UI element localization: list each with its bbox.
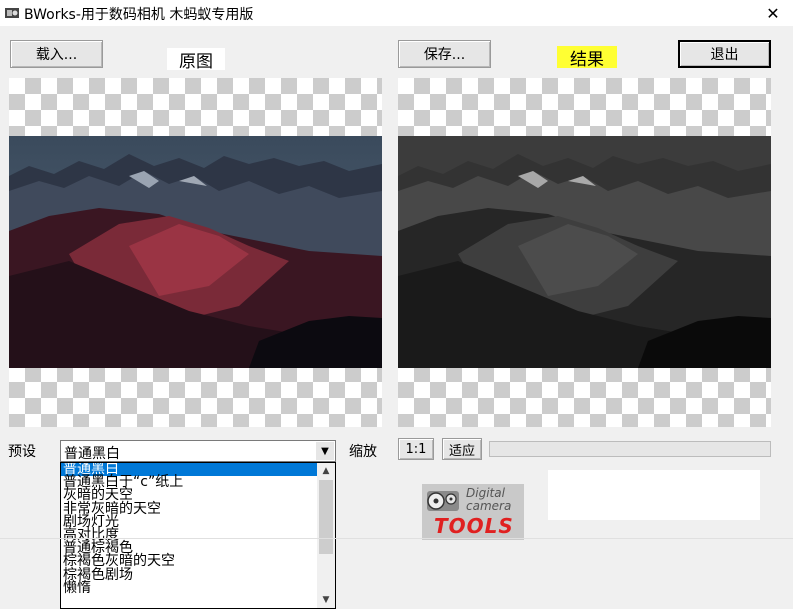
logo-text-camera: camera [466,499,512,513]
scrollbar-thumb[interactable] [319,480,333,554]
app-icon [5,8,19,18]
zoom-fit-button[interactable]: 适应 [442,438,482,460]
logo-text-tools: TOOLS [434,514,514,538]
result-image-pane[interactable] [398,78,771,427]
title-bar: BWorks-用于数码相机 木蚂蚁专用版 ✕ [0,0,793,26]
result-label: 结果 [557,46,617,70]
original-photo [9,136,382,368]
zoom-1to1-button[interactable]: 1:1 [398,438,434,460]
scroll-down-icon[interactable]: ▼ [317,592,335,608]
preset-dropdown-list[interactable]: 普通黑白 普通黑白于“c”纸上 灰暗的天空 非常灰暗的天空 剧场灯光 高对比度 … [60,462,336,609]
original-label: 原图 [167,48,225,72]
window-title: BWorks-用于数码相机 木蚂蚁专用版 [24,7,254,23]
scroll-up-icon[interactable]: ▲ [317,463,335,479]
chevron-down-icon[interactable]: ▼ [316,442,334,460]
close-icon: ✕ [766,3,780,23]
preset-label: 预设 [8,444,36,460]
info-panel [548,470,760,520]
original-image-pane[interactable] [9,78,382,427]
logo-text-digital: Digital [466,486,505,500]
close-button[interactable]: ✕ [753,0,793,26]
zoom-label: 缩放 [349,444,377,460]
preset-option[interactable]: 棕褐色剧场 [61,567,317,582]
film-reel-icon [427,491,459,511]
preset-option[interactable]: 懒惰 [61,581,317,595]
save-button[interactable]: 保存... [398,40,491,68]
dropdown-scrollbar[interactable]: ▲ ▼ [317,463,335,608]
exit-button[interactable]: 退出 [678,40,771,68]
result-photo [398,136,771,368]
preset-combobox[interactable]: 普通黑白 ▼ [60,440,336,462]
window-bottom-edge [0,538,793,539]
preset-selected-value: 普通黑白 [64,446,120,462]
progress-bar [489,441,771,457]
digital-camera-tools-logo: Digital camera TOOLS [422,484,524,540]
load-button[interactable]: 载入... [10,40,103,68]
